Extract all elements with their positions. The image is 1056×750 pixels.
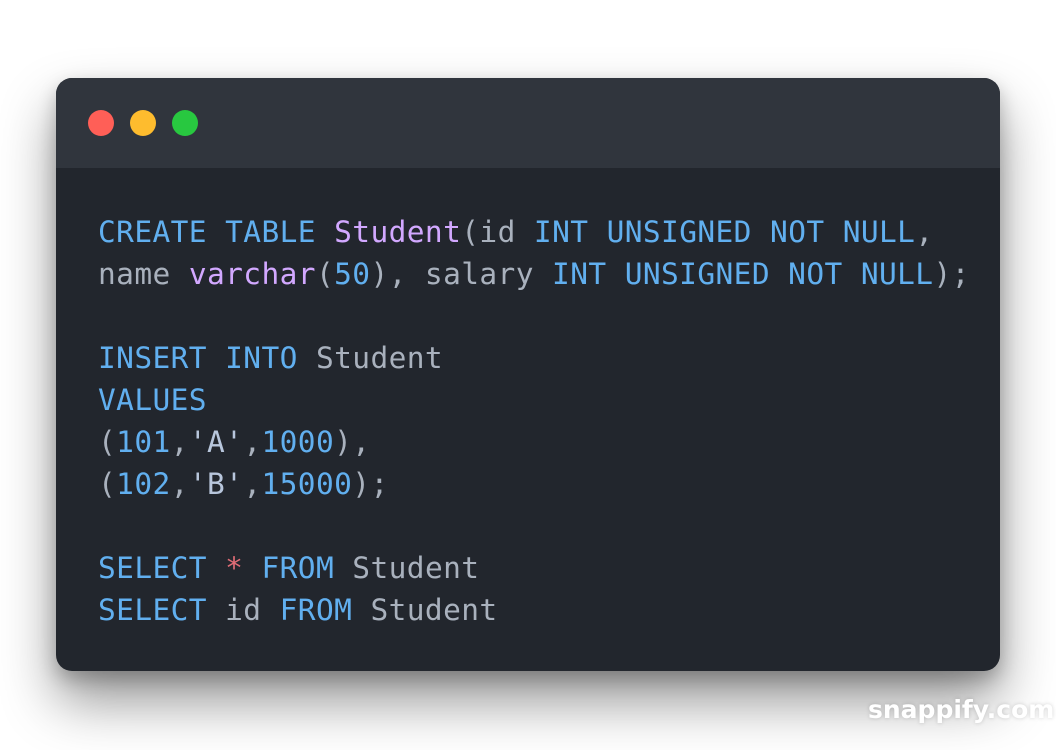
code-token-text: ),	[334, 425, 371, 459]
code-token-number: 15000	[261, 467, 353, 501]
canvas: CREATE TABLE Student(id INT UNSIGNED NOT…	[0, 0, 1056, 750]
code-token-keyword: NULL	[842, 215, 916, 249]
code-token-type: varchar	[188, 257, 316, 291]
code-token-operator: *	[225, 551, 244, 585]
code-line: SELECT * FROM Student	[98, 547, 970, 589]
code-token-keyword: NOT	[788, 257, 843, 291]
code-line: VALUES	[98, 379, 970, 421]
code-token-keyword: NULL	[860, 257, 934, 291]
code-token-text: (	[315, 257, 335, 291]
code-token-text: ,	[170, 467, 189, 501]
code-token-text: Student	[352, 593, 498, 627]
code-token-keyword: INT	[533, 215, 589, 249]
code-line: (102,'B',15000);	[98, 463, 970, 505]
code-token-number: 1000	[261, 425, 335, 459]
code-token-text: ,	[243, 467, 262, 501]
code-token-keyword: INSERT	[98, 341, 207, 375]
code-token-text: );	[352, 467, 389, 501]
code-token-type: Student	[334, 215, 462, 249]
code-token-keyword: UNSIGNED	[606, 215, 752, 249]
code-token-keyword: FROM	[261, 551, 335, 585]
code-line: name varchar(50), salary INT UNSIGNED NO…	[98, 253, 970, 295]
window-titlebar	[56, 78, 1000, 168]
code-line: (101,'A',1000),	[98, 421, 970, 463]
minimize-button[interactable]	[130, 110, 156, 136]
code-line: SELECT id FROM Student	[98, 589, 970, 631]
code-token-keyword: CREATE	[98, 215, 207, 249]
code-token-text: ,	[170, 425, 189, 459]
code-token-keyword: VALUES	[98, 383, 207, 417]
code-token-keyword: SELECT	[98, 551, 207, 585]
code-token-text: id	[206, 593, 280, 627]
code-token-keyword: FROM	[279, 593, 353, 627]
code-token-keyword: UNSIGNED	[624, 257, 770, 291]
maximize-button[interactable]	[172, 110, 198, 136]
code-token-string: 'B'	[188, 467, 244, 501]
code-token-number: 102	[116, 467, 171, 501]
code-token-text: (	[98, 467, 117, 501]
code-token-text: ,	[915, 215, 934, 249]
code-line: CREATE TABLE Student(id INT UNSIGNED NOT…	[98, 211, 970, 253]
close-button[interactable]	[88, 110, 114, 136]
code-token-keyword: INTO	[225, 341, 298, 375]
code-token-number: 50	[334, 257, 371, 291]
code-token-keyword: NOT	[770, 215, 825, 249]
code-token-text: ,	[243, 425, 262, 459]
code-token-text: ), salary	[370, 257, 553, 291]
code-token-text: Student	[334, 551, 480, 585]
code-token-text: (id	[461, 215, 534, 249]
code-token-text: );	[933, 257, 970, 291]
code-token-text: (	[98, 425, 117, 459]
code-token-keyword: TABLE	[225, 215, 316, 249]
code-token-keyword: SELECT	[98, 593, 207, 627]
code-window: CREATE TABLE Student(id INT UNSIGNED NOT…	[56, 78, 1000, 671]
code-line: INSERT INTO Student	[98, 337, 970, 379]
code-token-number: 101	[116, 425, 171, 459]
watermark-text: snappify.com	[868, 695, 1055, 724]
code-token-keyword: INT	[552, 257, 607, 291]
code-token-text: name	[98, 257, 189, 291]
code-block: CREATE TABLE Student(id INT UNSIGNED NOT…	[98, 211, 970, 631]
code-token-string: 'A'	[188, 425, 244, 459]
code-token-text: Student	[297, 341, 444, 375]
